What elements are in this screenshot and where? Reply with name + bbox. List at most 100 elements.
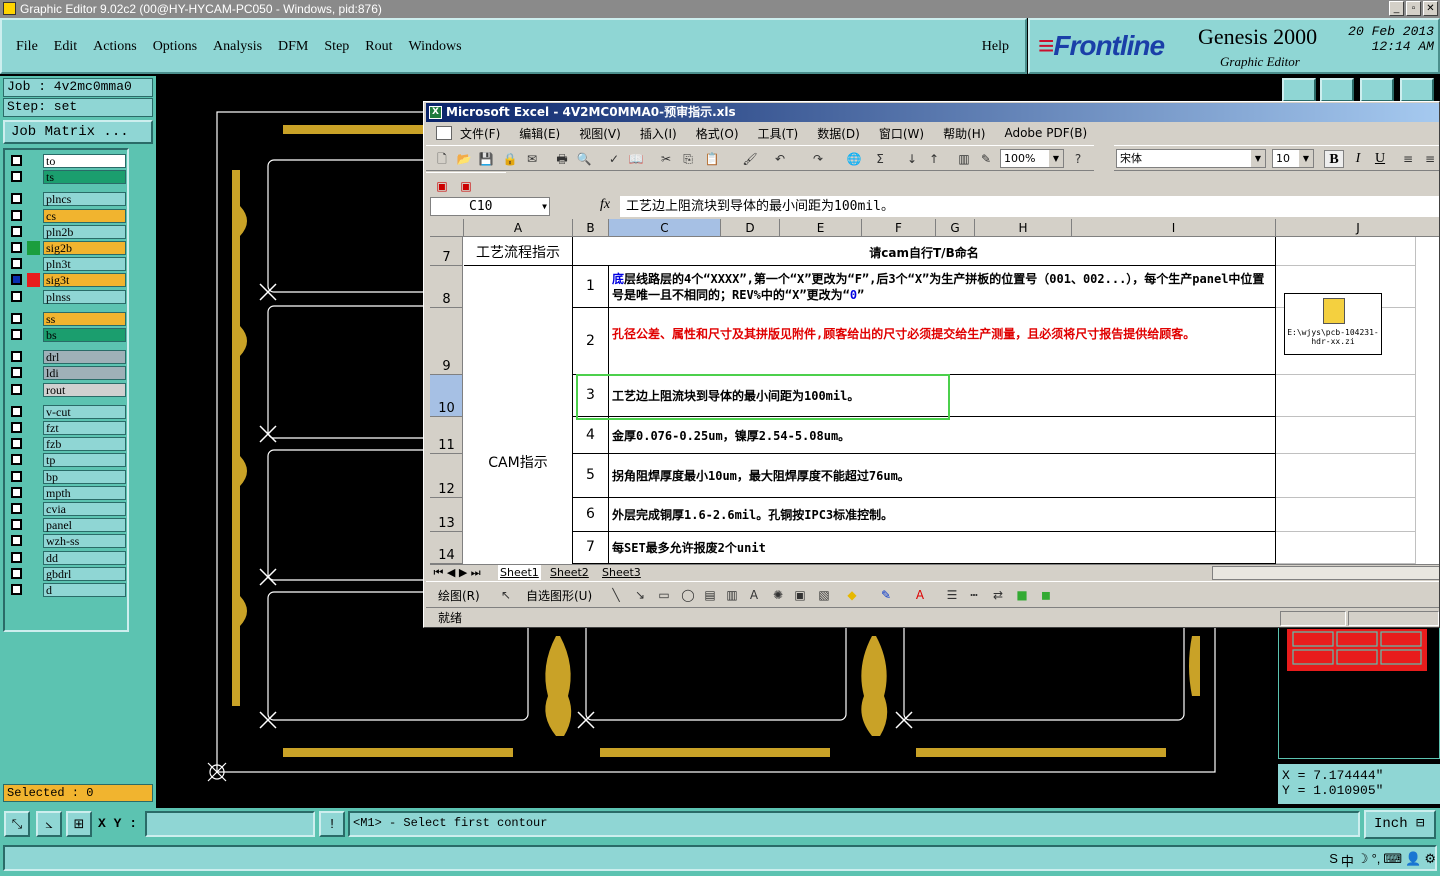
vertical-textbox-icon[interactable]: ▥ bbox=[724, 587, 740, 603]
layer-name[interactable]: fzt bbox=[43, 421, 126, 435]
redraw-button[interactable] bbox=[1400, 78, 1434, 102]
row-header-9[interactable]: 9 bbox=[430, 308, 463, 375]
formula-input[interactable]: 工艺边上阻流块到导体的最小间距为100mil。 bbox=[620, 196, 1439, 217]
job-matrix-button[interactable]: Job Matrix ... bbox=[3, 120, 153, 144]
excel-menu-item[interactable]: 工具(T) bbox=[758, 125, 799, 142]
line-icon[interactable]: ╲ bbox=[608, 587, 624, 603]
autosum-icon[interactable]: Σ bbox=[872, 151, 888, 167]
cell-b14[interactable]: 7 bbox=[573, 532, 609, 564]
cell-a8-cam[interactable]: CAM指示 bbox=[464, 266, 573, 564]
layer-checkbox[interactable] bbox=[11, 422, 22, 433]
layer-row-cvia[interactable]: cvia bbox=[8, 502, 126, 516]
pdf-convert-icon[interactable]: ▣ bbox=[434, 178, 450, 194]
minimap[interactable] bbox=[1278, 627, 1440, 759]
layer-name[interactable]: bp bbox=[43, 469, 126, 484]
layer-name[interactable]: ldi bbox=[43, 366, 126, 381]
undo-icon[interactable]: ↶ bbox=[772, 151, 788, 167]
menu-dfm[interactable]: DFM bbox=[278, 39, 308, 55]
excel-menu-item[interactable]: Adobe PDF(B) bbox=[1004, 126, 1087, 140]
layer-checkbox[interactable] bbox=[11, 351, 22, 363]
layer-row-dd[interactable]: dd bbox=[8, 550, 126, 565]
layer-color-swatch[interactable] bbox=[27, 208, 40, 223]
column-header-d[interactable]: D bbox=[721, 219, 780, 237]
layer-checkbox[interactable] bbox=[11, 454, 22, 466]
layer-row-fzb[interactable]: fzb bbox=[8, 437, 126, 452]
layer-row-to[interactable]: to bbox=[8, 154, 126, 168]
excel-menu-item[interactable]: 窗口(W) bbox=[879, 125, 924, 142]
layer-color-swatch[interactable] bbox=[27, 170, 40, 185]
picture-icon[interactable]: ▧ bbox=[816, 587, 832, 603]
ime-icon[interactable]: 中 bbox=[1341, 851, 1354, 870]
column-header-j[interactable]: J bbox=[1276, 219, 1439, 237]
textbox-icon[interactable]: ▤ bbox=[702, 587, 718, 603]
layer-name[interactable]: mpth bbox=[43, 485, 126, 500]
layer-name[interactable]: cs bbox=[43, 208, 126, 223]
layer-name[interactable]: fzb bbox=[43, 437, 126, 452]
cell-c12[interactable]: 拐角阻焊厚度最小10um，最大阻焊厚度不能超过76um。 bbox=[609, 454, 1276, 498]
excel-menu-item[interactable]: 视图(V) bbox=[579, 125, 621, 142]
layer-row-sig2b[interactable]: sig2b bbox=[8, 241, 126, 255]
layer-row-sig3t[interactable]: sig3t bbox=[8, 273, 126, 288]
layer-color-swatch[interactable] bbox=[27, 241, 40, 255]
research-icon[interactable]: 📖 bbox=[628, 151, 644, 167]
cell-j7[interactable] bbox=[1276, 237, 1416, 266]
layer-name[interactable]: tp bbox=[43, 453, 126, 468]
ime-icon[interactable]: °, bbox=[1372, 851, 1381, 870]
cell-b9[interactable]: 2 bbox=[573, 308, 609, 375]
column-header-g[interactable]: G bbox=[936, 219, 975, 237]
bold-button[interactable]: B bbox=[1324, 150, 1344, 168]
layer-color-swatch[interactable] bbox=[27, 366, 40, 381]
layer-name[interactable]: v-cut bbox=[43, 404, 126, 419]
spelling-icon[interactable]: ✓ bbox=[606, 151, 622, 167]
layer-checkbox[interactable] bbox=[11, 405, 22, 417]
select-all-corner[interactable] bbox=[430, 219, 464, 237]
sheet-tab-sheet1[interactable]: Sheet1 bbox=[498, 565, 541, 580]
excel-title-bar[interactable]: X Microsoft Excel - 4V2MC0MMA0-预审指示.xls bbox=[426, 103, 1439, 122]
layer-row-ldi[interactable]: ldi bbox=[8, 366, 126, 381]
excel-menu-item[interactable]: 文件(F) bbox=[460, 125, 500, 142]
dash-style-icon[interactable]: ┅ bbox=[966, 587, 982, 603]
new-icon[interactable]: 🗋 bbox=[434, 151, 450, 167]
arrow-icon[interactable]: ↘ bbox=[632, 587, 648, 603]
cell-b11[interactable]: 4 bbox=[573, 417, 609, 454]
format-painter-icon[interactable]: 🖌 bbox=[742, 151, 758, 167]
layer-name[interactable]: gbdrl bbox=[43, 566, 126, 581]
layer-color-swatch[interactable] bbox=[27, 224, 40, 239]
layer-color-swatch[interactable] bbox=[27, 550, 40, 565]
layer-name[interactable]: pln3t bbox=[43, 257, 126, 272]
menu-windows[interactable]: Windows bbox=[409, 39, 462, 55]
draw-menu[interactable]: 绘图(R) bbox=[438, 587, 480, 604]
row-header-7[interactable]: 7 bbox=[430, 237, 463, 266]
layer-color-swatch[interactable] bbox=[27, 437, 40, 452]
attachment-object[interactable]: E:\wjys\pcb-104231-hdr-xx.zi bbox=[1284, 293, 1382, 355]
cell-j14[interactable] bbox=[1276, 532, 1416, 564]
layer-name[interactable]: plncs bbox=[43, 192, 126, 207]
row-header-10[interactable]: 10 bbox=[430, 375, 463, 417]
layer-checkbox[interactable] bbox=[11, 312, 22, 324]
font-size-combo[interactable]: 10 ▼ bbox=[1272, 149, 1314, 168]
layer-checkbox[interactable] bbox=[11, 258, 22, 270]
column-header-c[interactable]: C bbox=[609, 219, 721, 237]
cell-b8[interactable]: 1 bbox=[573, 266, 609, 308]
layer-color-swatch[interactable] bbox=[27, 289, 40, 304]
email-icon[interactable]: ✉ bbox=[524, 151, 540, 167]
layer-row-drl[interactable]: drl bbox=[8, 350, 126, 365]
sheet-tab-sheet3[interactable]: Sheet3 bbox=[602, 565, 641, 580]
ime-icon[interactable]: ☽ bbox=[1357, 851, 1369, 870]
layer-color-swatch[interactable] bbox=[27, 328, 40, 342]
layer-name[interactable]: d bbox=[43, 583, 126, 597]
layer-checkbox[interactable] bbox=[11, 567, 22, 579]
align-left-icon[interactable]: ≡ bbox=[1400, 151, 1416, 167]
column-header-h[interactable]: H bbox=[975, 219, 1072, 237]
minimize-button[interactable]: _ bbox=[1389, 1, 1404, 16]
3d-icon[interactable]: ◼ bbox=[1038, 587, 1054, 603]
fx-icon[interactable]: fx bbox=[600, 197, 610, 213]
menu-help[interactable]: Help bbox=[982, 39, 1009, 55]
hyperlink-icon[interactable]: 🌐 bbox=[846, 151, 862, 167]
layer-color-swatch[interactable] bbox=[27, 453, 40, 468]
layer-checkbox[interactable] bbox=[11, 503, 22, 514]
ime-icon[interactable]: ⚙ bbox=[1424, 851, 1436, 870]
excel-menu-item[interactable]: 插入(I) bbox=[640, 125, 677, 142]
row-header-8[interactable]: 8 bbox=[430, 266, 463, 308]
rectangle-icon[interactable]: ▭ bbox=[656, 587, 672, 603]
